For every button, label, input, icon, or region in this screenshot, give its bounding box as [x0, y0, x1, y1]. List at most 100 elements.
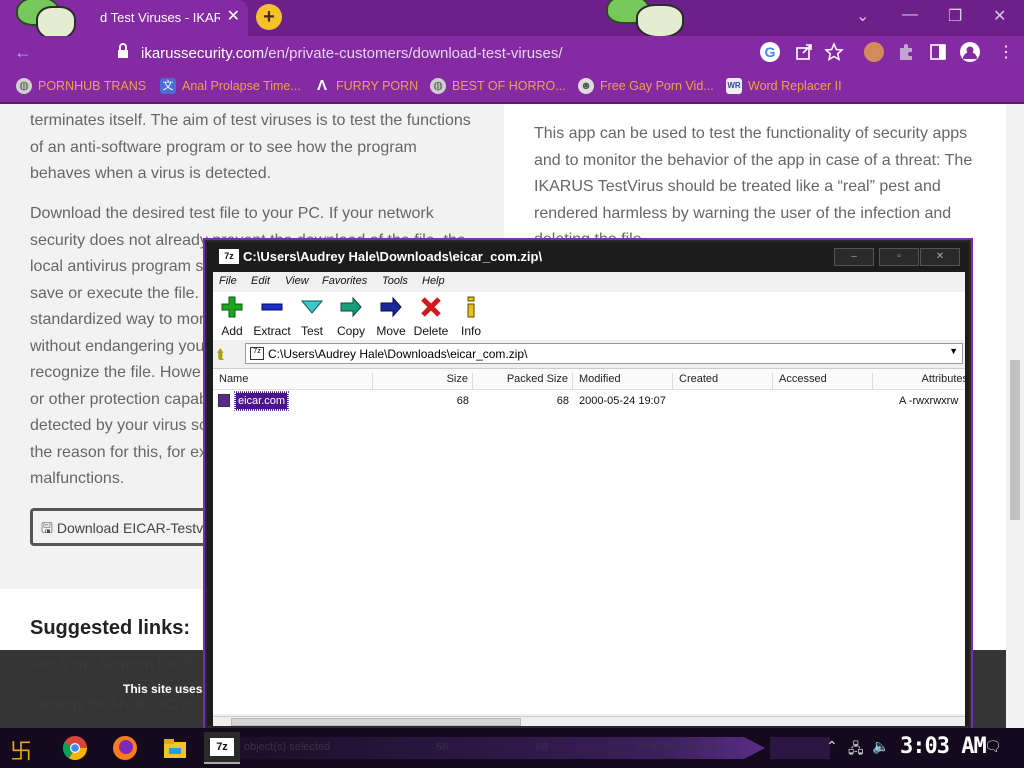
a-logo-icon: Λ — [316, 77, 327, 94]
menu-file[interactable]: File — [219, 275, 237, 287]
menu-help[interactable]: Help — [422, 275, 445, 287]
move-button[interactable]: Move — [370, 296, 412, 338]
tab-close-icon[interactable]: ✕ — [227, 6, 240, 26]
bookmark-item[interactable]: WR Word Replacer II — [726, 78, 842, 94]
bookmark-star-icon[interactable] — [824, 42, 844, 62]
side-panel-icon[interactable] — [928, 42, 948, 62]
delete-button[interactable]: Delete — [410, 296, 452, 338]
profile-avatar-icon[interactable] — [960, 42, 980, 62]
url-text: ikarussecurity.com/en/private-customers/… — [141, 45, 563, 62]
browser-tab-bar: d Test Viruses - IKARUS ✕ + ⌄ — ❐ ✕ — [0, 0, 1024, 40]
7zip-menu-bar: File Edit View Favorites Tools Help — [213, 272, 965, 292]
tab-title: d Test Viruses - IKARUS — [100, 10, 220, 25]
7zip-close-button[interactable]: ✕ — [920, 248, 960, 266]
file-modified: 2000-05-24 19:07 — [579, 395, 666, 407]
google-icon[interactable]: G — [760, 42, 780, 62]
omnibox[interactable]: ikarussecurity.com/en/private-customers/… — [105, 39, 855, 67]
extract-button[interactable]: Extract — [251, 296, 293, 338]
file-packed-size: 68 — [556, 395, 569, 407]
test-button[interactable]: Test — [291, 296, 333, 338]
menu-favorites[interactable]: Favorites — [322, 275, 367, 287]
tab-search-icon[interactable]: ⌄ — [856, 6, 869, 26]
menu-view[interactable]: View — [285, 275, 309, 287]
extension-avatar-icon[interactable] — [864, 42, 884, 62]
ghost-size: 68 — [436, 741, 449, 753]
7zip-window: 7z C:\Users\Audrey Hale\Downloads\eicar_… — [205, 240, 971, 728]
taskbar-7zip[interactable]: 7z — [204, 732, 240, 764]
download-eicar-button[interactable]: 🖫 Download EICAR-Testviru — [30, 508, 220, 546]
browser-tab-active[interactable]: d Test Viruses - IKARUS ✕ — [0, 0, 248, 40]
suggested-link[interactable]: Anti-Virus Solution for Pl — [30, 656, 192, 673]
menu-edit[interactable]: Edit — [251, 275, 270, 287]
start-menu-icon[interactable]: 卐 — [10, 734, 40, 764]
folder-up-icon[interactable]: ⮬ — [217, 346, 235, 362]
network-icon[interactable]: 🖧 — [848, 738, 864, 762]
text-line: terminates itself. The aim of test virus… — [30, 112, 471, 129]
notifications-icon[interactable]: 🗨 — [984, 738, 1002, 755]
chevron-down-icon[interactable]: ▼ — [949, 346, 958, 356]
column-header-name[interactable]: Name — [213, 373, 373, 390]
column-header-created[interactable]: Created — [673, 373, 773, 390]
translate-icon: 文 — [160, 78, 176, 94]
page-scrollbar[interactable] — [1006, 104, 1024, 728]
bookmark-item[interactable]: ☻ Free Gay Porn Vid... — [578, 78, 714, 94]
7zip-title-bar[interactable]: 7z C:\Users\Audrey Hale\Downloads\eicar_… — [207, 242, 969, 272]
ghost-date: 2000-05-24 19:0 — [636, 741, 717, 753]
column-header-attributes[interactable]: Attributes — [873, 373, 965, 390]
suggested-link[interactable]: Security for ANDROID d — [30, 696, 191, 713]
minimize-button[interactable]: — — [902, 6, 918, 24]
toolbar-label: Info — [460, 324, 481, 338]
7zip-window-title: C:\Users\Audrey Hale\Downloads\eicar_com… — [243, 249, 543, 264]
file-size: 68 — [456, 395, 469, 407]
volume-icon[interactable]: 🔈 — [872, 738, 889, 755]
clock[interactable]: 3:03 AM — [900, 734, 987, 759]
bookmark-item[interactable]: 文 Anal Prolapse Time... — [160, 78, 301, 94]
scrollbar-thumb[interactable] — [1010, 360, 1020, 520]
scrollbar-thumb[interactable] — [231, 718, 521, 726]
back-button[interactable]: ← — [14, 42, 32, 63]
close-window-button[interactable]: ✕ — [993, 6, 1006, 26]
toolbar-label: Move — [376, 324, 406, 338]
column-header-packed-size[interactable]: Packed Size — [473, 373, 573, 390]
paragraph-test-viruses: terminates itself. The aim of test virus… — [30, 108, 471, 188]
column-header-size[interactable]: Size — [373, 373, 473, 390]
7zip-toolbar: Add Extract Test Copy Move Delete Info — [213, 292, 965, 340]
bookmark-item[interactable]: ◍ BEST OF HORRO... — [430, 78, 566, 94]
test-icon — [300, 300, 324, 314]
7zip-maximize-button[interactable]: ▫ — [879, 248, 919, 266]
bookmark-item[interactable]: ◍ PORNHUB TRANS — [16, 78, 146, 94]
info-button[interactable]: Info — [450, 296, 492, 338]
more-menu-icon[interactable]: ⋮ — [996, 42, 1016, 62]
copy-button[interactable]: Copy — [330, 296, 372, 338]
restore-button[interactable]: ❐ — [948, 6, 962, 26]
firefox-icon[interactable] — [110, 734, 140, 762]
toolbar-label: Test — [300, 324, 323, 338]
raccoon-icon: ☻ — [578, 78, 594, 94]
horizontal-scrollbar[interactable] — [213, 716, 965, 726]
download-button-label: Download EICAR-Testviru — [56, 520, 219, 536]
path-input[interactable]: 7z C:\Users\Audrey Hale\Downloads\eicar_… — [245, 343, 963, 364]
column-header-modified[interactable]: Modified — [573, 373, 673, 390]
text-line: Download the desired test file to your P… — [30, 205, 434, 222]
new-tab-button[interactable]: + — [256, 4, 282, 30]
share-icon[interactable] — [794, 42, 814, 62]
file-explorer-icon[interactable] — [160, 734, 190, 762]
chevron-up-icon[interactable]: ⌃ — [826, 738, 838, 755]
toolbar-label: Add — [221, 324, 243, 338]
add-icon — [221, 296, 243, 318]
copy-icon — [340, 296, 362, 318]
chrome-icon[interactable] — [60, 734, 90, 762]
download-icon: 🖫 — [41, 520, 53, 536]
add-button[interactable]: Add — [211, 296, 253, 338]
file-name[interactable]: eicar.com — [233, 391, 290, 411]
toolbar-label: Copy — [336, 324, 365, 338]
taskbar-decoration — [770, 737, 830, 759]
menu-tools[interactable]: Tools — [382, 275, 408, 287]
column-header-accessed[interactable]: Accessed — [773, 373, 873, 390]
table-row[interactable]: eicar.com 68 68 2000-05-24 19:07 A -rwxr… — [213, 391, 965, 411]
bookmark-item[interactable]: Λ FURRY PORN — [314, 78, 418, 94]
7zip-minimize-button[interactable]: – — [834, 248, 874, 266]
extensions-puzzle-icon[interactable] — [896, 42, 916, 62]
7zip-path-bar: ⮬ 7z C:\Users\Audrey Hale\Downloads\eica… — [213, 342, 965, 366]
text-line: behaves when a virus is detected. — [30, 165, 272, 182]
